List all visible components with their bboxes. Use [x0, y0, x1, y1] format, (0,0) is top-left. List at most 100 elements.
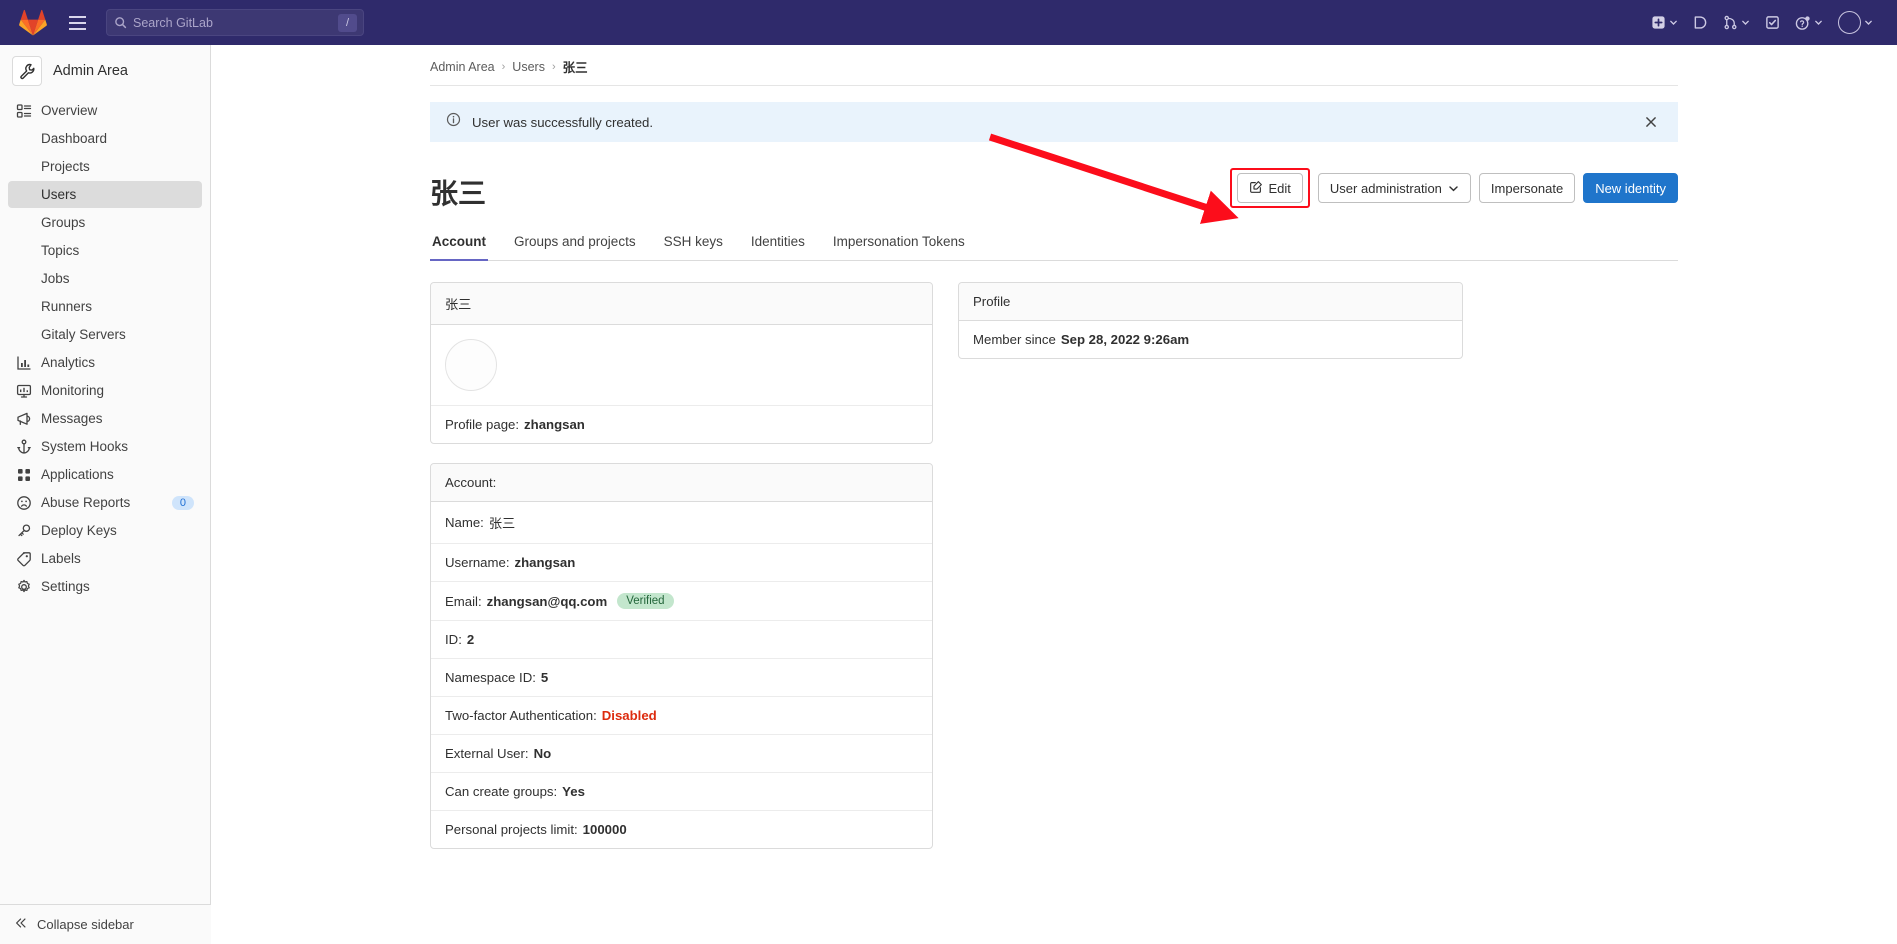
hamburger-menu-icon[interactable] — [62, 8, 92, 38]
sidebar-item-runners[interactable]: Runners — [8, 293, 202, 320]
row-label: ID: — [445, 632, 462, 647]
sidebar-item-deploy-keys[interactable]: Deploy Keys — [8, 517, 202, 544]
breadcrumb-separator: › — [501, 60, 506, 73]
tab-impersonation-tokens[interactable]: Impersonation Tokens — [831, 226, 967, 261]
edit-button-highlight: Edit — [1229, 168, 1310, 208]
profile-panel: Profile Member since Sep 28, 2022 9:26am — [958, 282, 1463, 359]
breadcrumb-item-users[interactable]: Users — [512, 60, 545, 74]
collapse-sidebar-button[interactable]: Collapse sidebar — [0, 904, 211, 944]
member-since-value: Sep 28, 2022 9:26am — [1060, 332, 1190, 347]
profile-card-header: 张三 — [431, 283, 932, 325]
info-circle-icon — [446, 112, 461, 132]
new-identity-button[interactable]: New identity — [1583, 173, 1678, 203]
user-detail-tabs: Account Groups and projects SSH keys Ide… — [430, 226, 1678, 261]
chevron-down-icon — [1865, 20, 1872, 25]
issues-link[interactable] — [1687, 10, 1714, 35]
page-title: 张三 — [430, 177, 487, 209]
status-badge: Verified — [617, 593, 674, 609]
sidebar-item-label: Topics — [41, 243, 80, 258]
row-label: Can create groups: — [445, 784, 558, 799]
tab-account[interactable]: Account — [430, 226, 488, 261]
alert-message: User was successfully created. — [472, 114, 654, 130]
sidebar-item-messages[interactable]: Messages — [8, 405, 202, 432]
pencil-square-icon — [1249, 180, 1263, 197]
merge-request-icon — [1724, 15, 1737, 30]
sidebar-item-overview[interactable]: Overview — [8, 97, 202, 124]
sidebar-item-topics[interactable]: Topics — [8, 237, 202, 264]
sidebar-item-label: Overview — [41, 103, 98, 118]
breadcrumb-separator: › — [551, 60, 556, 73]
label-tag-icon — [16, 551, 32, 567]
breadcrumb-item-admin-area[interactable]: Admin Area — [430, 60, 495, 74]
sidebar-item-users[interactable]: Users — [8, 181, 202, 208]
tab-identities[interactable]: Identities — [749, 226, 807, 261]
sidebar-item-label: Groups — [41, 215, 86, 230]
tab-groups-and-projects[interactable]: Groups and projects — [512, 226, 638, 261]
row-value: Disabled — [601, 708, 657, 723]
row-value: Yes — [562, 784, 585, 799]
chevron-down-icon — [1815, 20, 1822, 25]
row-value: 张三 — [488, 516, 516, 531]
sidebar-context-header[interactable]: Admin Area — [0, 45, 210, 97]
gitlab-logo[interactable] — [18, 9, 48, 37]
help-menu[interactable] — [1789, 10, 1829, 36]
merge-requests-menu[interactable] — [1717, 10, 1756, 35]
user-avatar-placeholder — [445, 339, 497, 391]
member-since-row: Member since Sep 28, 2022 9:26am — [959, 321, 1462, 358]
overview-icon — [16, 103, 32, 119]
sidebar-item-groups[interactable]: Groups — [8, 209, 202, 236]
avatar — [1838, 11, 1861, 34]
sidebar-item-label: Labels — [41, 551, 81, 566]
sidebar-item-gitaly-servers[interactable]: Gitaly Servers — [8, 321, 202, 348]
search-bar[interactable]: / — [106, 9, 364, 36]
chevron-down-icon — [1670, 20, 1677, 25]
sidebar-item-jobs[interactable]: Jobs — [8, 265, 202, 292]
sidebar-item-abuse-reports[interactable]: Abuse Reports 0 — [8, 489, 202, 516]
impersonate-button[interactable]: Impersonate — [1478, 173, 1576, 203]
sidebar-item-applications[interactable]: Applications — [8, 461, 202, 488]
sidebar-item-label: Settings — [41, 579, 90, 594]
sidebar-item-system-hooks[interactable]: System Hooks — [8, 433, 202, 460]
account-row-username: Username: zhangsan — [431, 544, 932, 582]
sidebar-item-label: Applications — [41, 467, 114, 482]
sidebar-item-label: Analytics — [41, 355, 96, 370]
page-header: 张三 Edit User administration Impersonate … — [430, 168, 1678, 222]
search-input[interactable] — [133, 10, 356, 35]
sidebar-item-projects[interactable]: Projects — [8, 153, 202, 180]
right-column: Profile Member since Sep 28, 2022 9:26am — [958, 282, 1463, 868]
sidebar-nav-list: Overview Dashboard Projects Users Groups… — [0, 97, 210, 600]
todos-link[interactable] — [1759, 10, 1786, 35]
anchor-icon — [16, 439, 32, 455]
account-row-id: ID: 2 — [431, 621, 932, 659]
wrench-icon — [12, 56, 42, 86]
sidebar-item-dashboard[interactable]: Dashboard — [8, 125, 202, 152]
account-row-namespace-id: Namespace ID: 5 — [431, 659, 932, 697]
profile-card: 张三 Profile page: zhangsan — [430, 282, 933, 444]
edit-button[interactable]: Edit — [1236, 173, 1303, 203]
gear-icon — [16, 579, 32, 595]
close-icon[interactable] — [1640, 111, 1662, 133]
sidebar-item-label: Gitaly Servers — [41, 327, 126, 342]
user-menu[interactable] — [1832, 6, 1879, 39]
row-value: No — [533, 746, 552, 761]
create-new-menu[interactable] — [1645, 10, 1684, 35]
profile-page-value[interactable]: zhangsan — [524, 417, 585, 432]
tab-ssh-keys[interactable]: SSH keys — [662, 226, 725, 261]
key-icon — [16, 523, 32, 539]
row-value[interactable]: zhangsan@qq.com — [487, 594, 608, 609]
row-label: Email: — [445, 593, 482, 609]
sidebar-item-settings[interactable]: Settings — [8, 573, 202, 600]
sidebar-item-label: Abuse Reports — [41, 495, 131, 510]
sidebar-item-analytics[interactable]: Analytics — [8, 349, 202, 376]
chevron-double-left-icon — [14, 916, 28, 933]
sidebar-item-labels[interactable]: Labels — [8, 545, 202, 572]
row-label: Name: — [445, 515, 484, 530]
account-row-personal-projects-limit: Personal projects limit: 100000 — [431, 811, 932, 848]
issues-icon — [1694, 16, 1707, 29]
sidebar-context-title: Admin Area — [53, 63, 128, 79]
megaphone-icon — [16, 411, 32, 427]
user-administration-dropdown[interactable]: User administration — [1317, 173, 1471, 203]
account-card-header: Account: — [431, 464, 932, 502]
sidebar-item-monitoring[interactable]: Monitoring — [8, 377, 202, 404]
sidebar-item-label: Messages — [41, 411, 103, 426]
